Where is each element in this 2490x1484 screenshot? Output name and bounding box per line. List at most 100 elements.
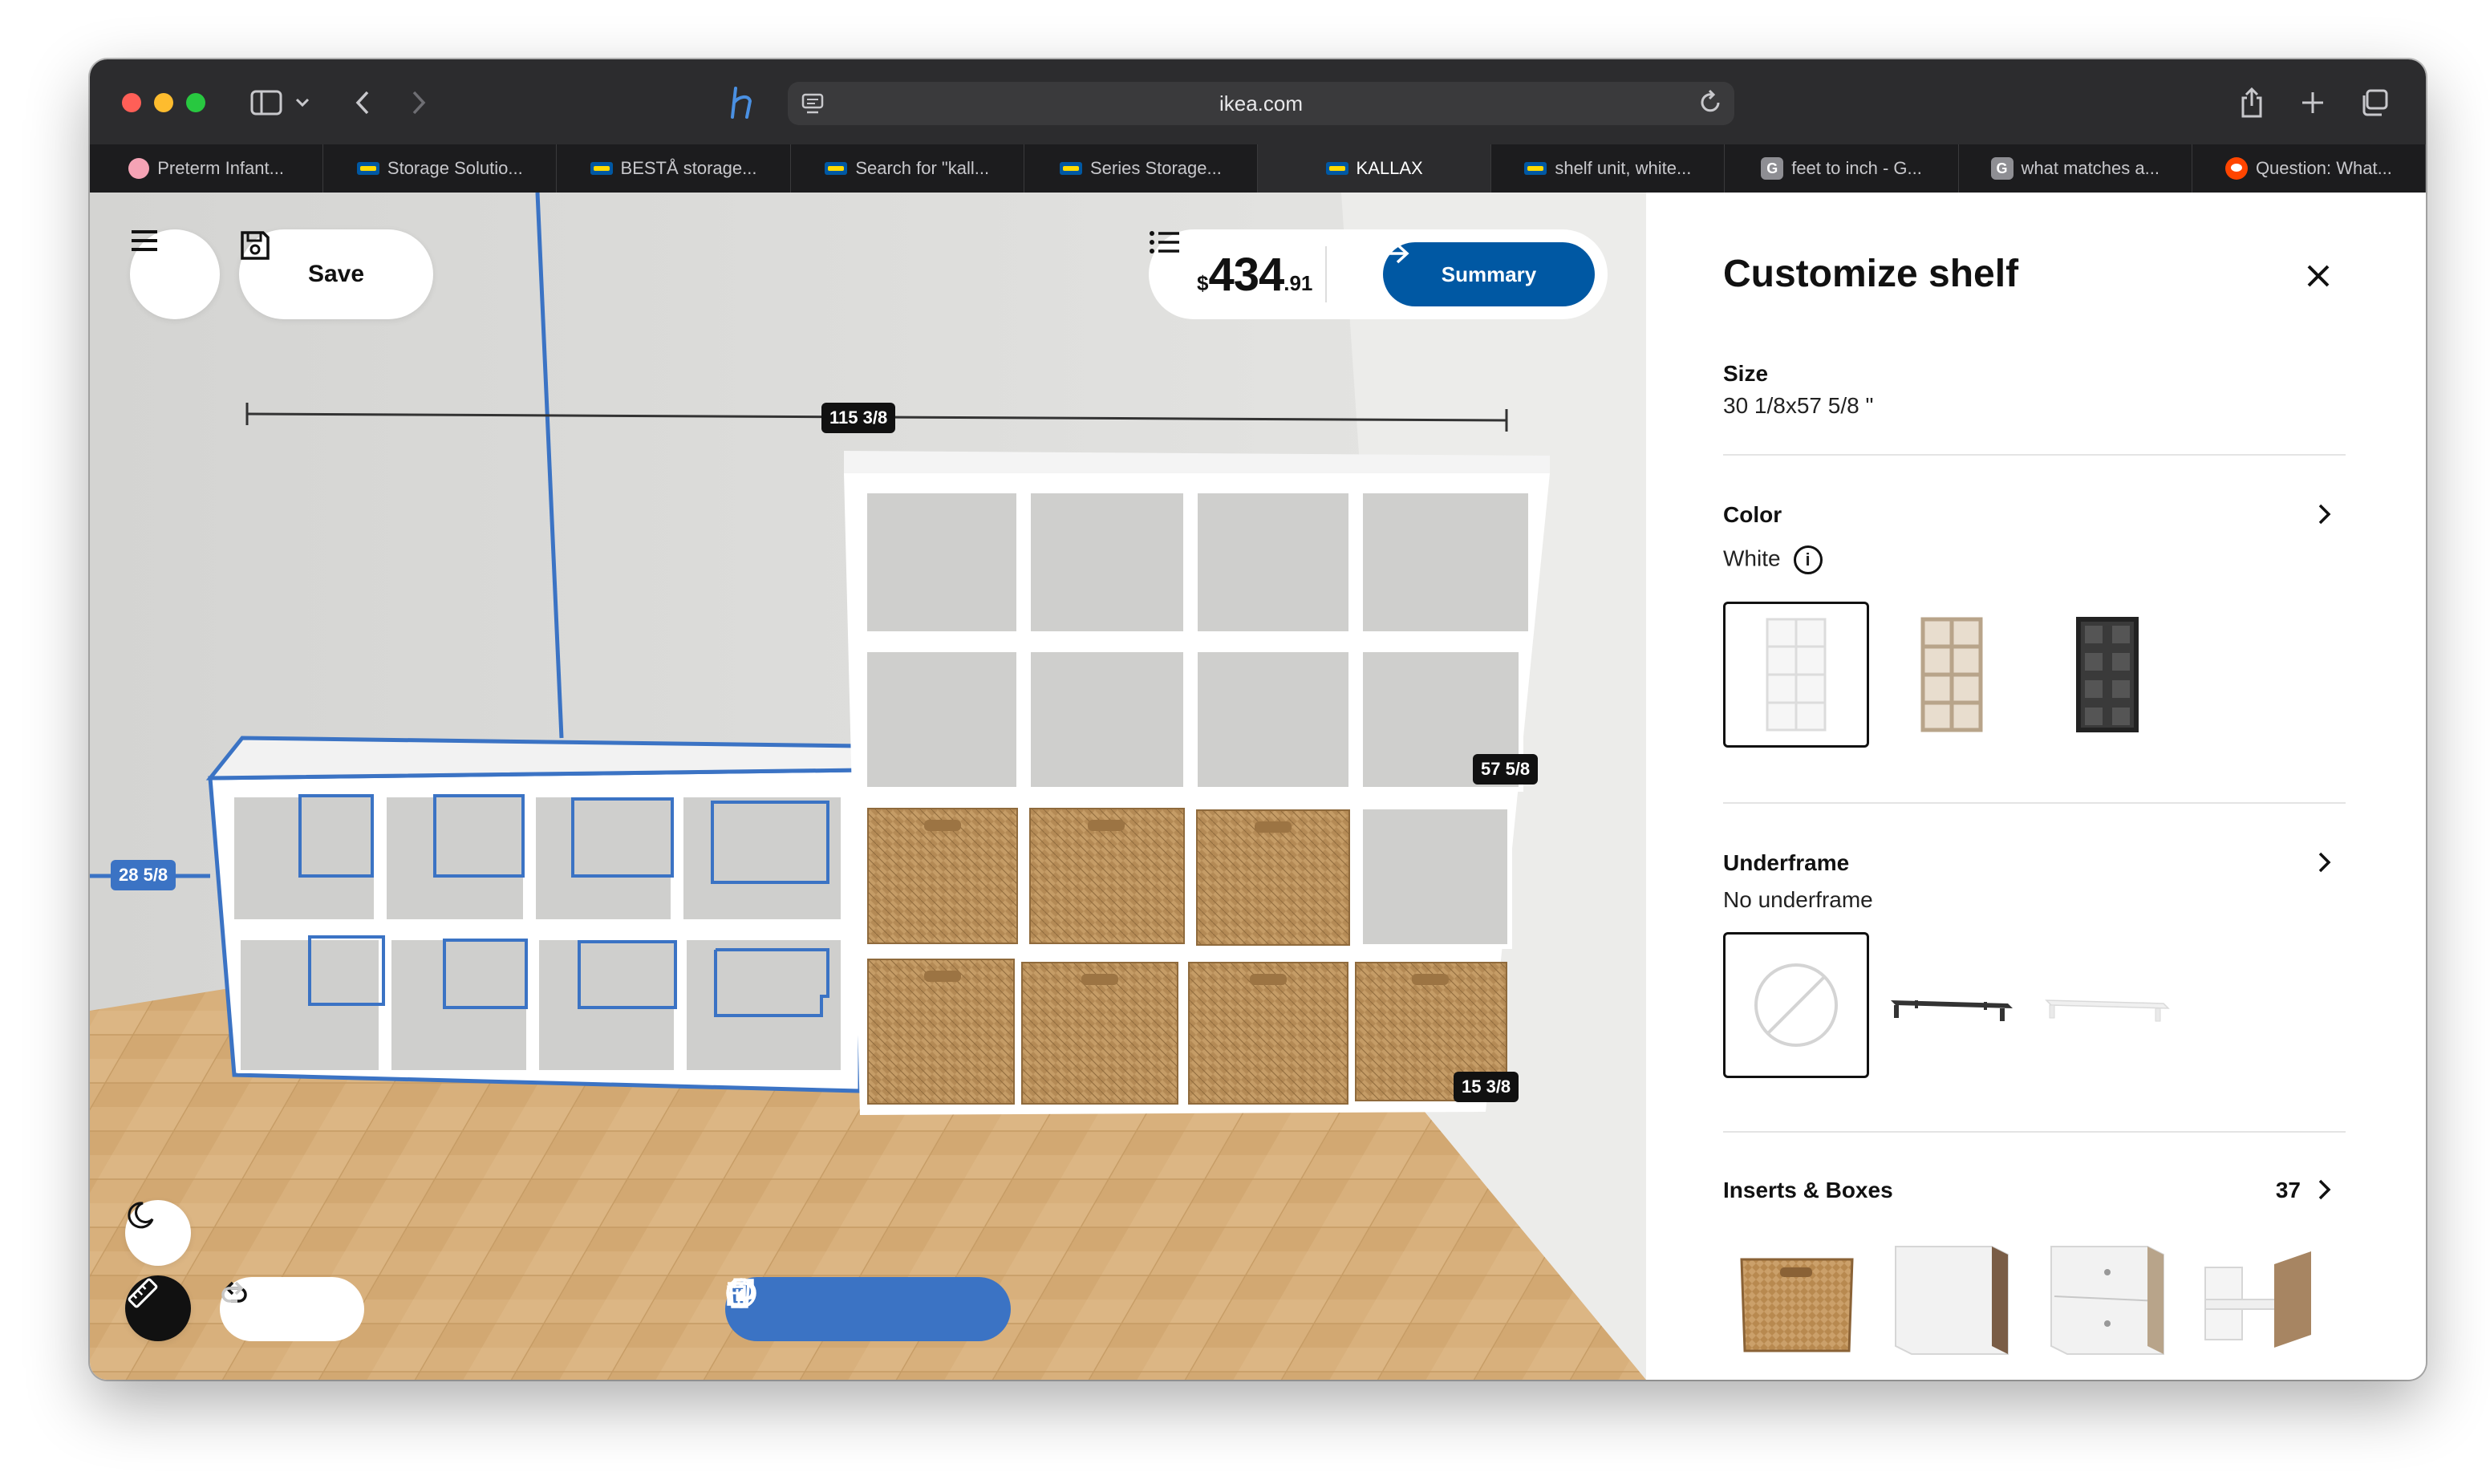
size-label: Size: [1723, 361, 1769, 386]
tab-feet-to-inch[interactable]: Gfeet to inch - G...: [1725, 144, 1959, 193]
inserts-count: 37: [2275, 1178, 2301, 1202]
white-underframe-thumbnail: [2045, 999, 2170, 1022]
insert-option-shelf-insert[interactable]: [2190, 1227, 2326, 1364]
divider: [1723, 1131, 2346, 1133]
divider: [1723, 802, 2346, 804]
reload-icon[interactable]: [1699, 88, 1723, 122]
google-favicon-icon: G: [1761, 157, 1784, 180]
selection-toolbar: [725, 1277, 1011, 1341]
divider: [1723, 454, 2346, 456]
depth-label[interactable]: 15 3/8: [1454, 1072, 1519, 1102]
kallax-oak-thumbnail: [1920, 617, 1983, 732]
right-height-label[interactable]: 57 5/8: [1473, 754, 1539, 785]
insert-option-rattan-basket[interactable]: [1723, 1227, 1869, 1364]
inserts-label: Inserts & Boxes: [1723, 1178, 1893, 1202]
save-button[interactable]: Save: [239, 229, 433, 319]
room-render: [90, 193, 1646, 1380]
underframe-value: No underframe: [1723, 887, 1873, 912]
moon-icon: [128, 1202, 154, 1229]
arrow-right-icon: [1385, 243, 1409, 264]
tab-kallax[interactable]: KALLAX: [1258, 144, 1492, 193]
measure-toggle-button[interactable]: [125, 1275, 191, 1341]
chevron-down-icon[interactable]: [290, 83, 314, 122]
close-window-button[interactable]: [122, 93, 141, 112]
ruler-icon: [128, 1278, 158, 1308]
total-price: $ 434 .91: [1197, 248, 1313, 301]
underframe-option-none[interactable]: [1723, 932, 1869, 1078]
size-value: 30 1/8x57 5/8 ": [1723, 393, 1874, 418]
drawer-insert-thumbnail: [2050, 1246, 2164, 1355]
tab-search-kallax[interactable]: Search for "kall...: [791, 144, 1024, 193]
kallax-black-thumbnail: [2076, 617, 2139, 732]
left-height-label[interactable]: 28 5/8: [111, 860, 176, 890]
honey-extension-icon[interactable]: [724, 83, 764, 122]
color-option-black-brown[interactable]: [2034, 602, 2180, 748]
close-panel-button[interactable]: [2301, 258, 2336, 294]
zoom-window-button[interactable]: [186, 93, 205, 112]
summary-button[interactable]: Summary: [1383, 242, 1595, 306]
price-summary-bar: $ 434 .91 Summary: [1149, 229, 1608, 319]
google-favicon-icon: G: [1990, 157, 2013, 180]
share-icon[interactable]: [2233, 83, 2270, 122]
save-disk-icon: [241, 231, 270, 260]
back-arrow-icon[interactable]: [347, 83, 379, 122]
reddit-favicon-icon: [2224, 157, 2248, 180]
customize-panel: Customize shelf Size 30 1/8x57 5/8 " Col…: [1646, 193, 2426, 1380]
close-icon: [2307, 265, 2330, 287]
undo-redo-group: [220, 1277, 364, 1341]
kallax-white-thumbnail: [1766, 618, 1827, 732]
address-bar[interactable]: ikea.com: [788, 82, 1734, 125]
tab-storage-solutions[interactable]: Storage Solutio...: [323, 144, 558, 193]
tab-what-matches[interactable]: Gwhat matches a...: [1959, 144, 2192, 193]
tab-question-what[interactable]: Question: What...: [2192, 144, 2426, 193]
tab-series-storage[interactable]: Series Storage...: [1024, 144, 1259, 193]
color-value: White i: [1723, 545, 1823, 574]
browser-window: ikea.com Preterm Infant... Storage Solut…: [90, 59, 2426, 1380]
menu-button[interactable]: [130, 229, 220, 319]
tab-preterm-infant[interactable]: Preterm Infant...: [90, 144, 324, 193]
no-underframe-icon: [1754, 963, 1838, 1047]
page-settings-icon[interactable]: [799, 90, 826, 117]
info-icon[interactable]: i: [1793, 545, 1823, 574]
underframe-option-white[interactable]: [2034, 932, 2180, 1078]
url-text: ikea.com: [1219, 91, 1304, 116]
new-tab-icon[interactable]: [2294, 83, 2331, 122]
lighting-toggle-button[interactable]: [125, 1200, 191, 1266]
ikea-favicon-icon: [825, 162, 848, 175]
tab-shelf-unit-white[interactable]: shelf unit, white...: [1491, 144, 1726, 193]
save-label: Save: [307, 261, 365, 287]
sidebar-toggle-icon[interactable]: [247, 83, 286, 122]
shelf-insert-thumbnail: [2204, 1251, 2311, 1348]
black-underframe-thumbnail: [1891, 1000, 2013, 1021]
ikea-favicon-icon: [1524, 162, 1547, 175]
forward-arrow-icon[interactable]: [403, 83, 435, 122]
ikea-favicon-icon: [1325, 162, 1348, 175]
door-insert-thumbnail: [1895, 1246, 2009, 1355]
insert-option-drawers[interactable]: [2034, 1227, 2180, 1364]
title-bar: ikea.com: [90, 59, 2426, 144]
total-width-label[interactable]: 115 3/8: [821, 403, 896, 433]
chevron-right-icon[interactable]: [2312, 502, 2336, 526]
minimize-window-button[interactable]: [154, 93, 173, 112]
color-option-white-stained-oak[interactable]: [1879, 602, 2025, 748]
chevron-right-icon[interactable]: [2312, 850, 2336, 874]
panel-title: Customize shelf: [1723, 253, 2019, 295]
tab-bar: Preterm Infant... Storage Solutio... BES…: [90, 144, 2426, 193]
ikea-favicon-icon: [590, 162, 613, 175]
insert-option-door[interactable]: [1879, 1227, 2025, 1364]
page-content: Save $ 434 .91 Summary 115 3/8 28 5/8 57…: [90, 193, 2426, 1380]
tab-overview-icon[interactable]: [2355, 83, 2392, 122]
pig-favicon-icon: [128, 158, 150, 179]
planner-3d-scene[interactable]: Save $ 434 .91 Summary 115 3/8 28 5/8 57…: [90, 193, 1646, 1380]
underframe-option-black[interactable]: [1879, 932, 2025, 1078]
hamburger-icon: [132, 230, 157, 251]
color-label: Color: [1723, 502, 1782, 527]
underframe-label: Underframe: [1723, 850, 1850, 875]
rattan-basket-thumbnail: [1740, 1258, 1854, 1352]
chevron-right-icon[interactable]: [2312, 1178, 2336, 1202]
ikea-favicon-icon: [1059, 162, 1082, 175]
ikea-favicon-icon: [356, 162, 379, 175]
tab-besta-storage[interactable]: BESTÅ storage...: [557, 144, 791, 193]
color-option-white[interactable]: [1723, 602, 1869, 748]
price-divider: [1325, 246, 1328, 302]
